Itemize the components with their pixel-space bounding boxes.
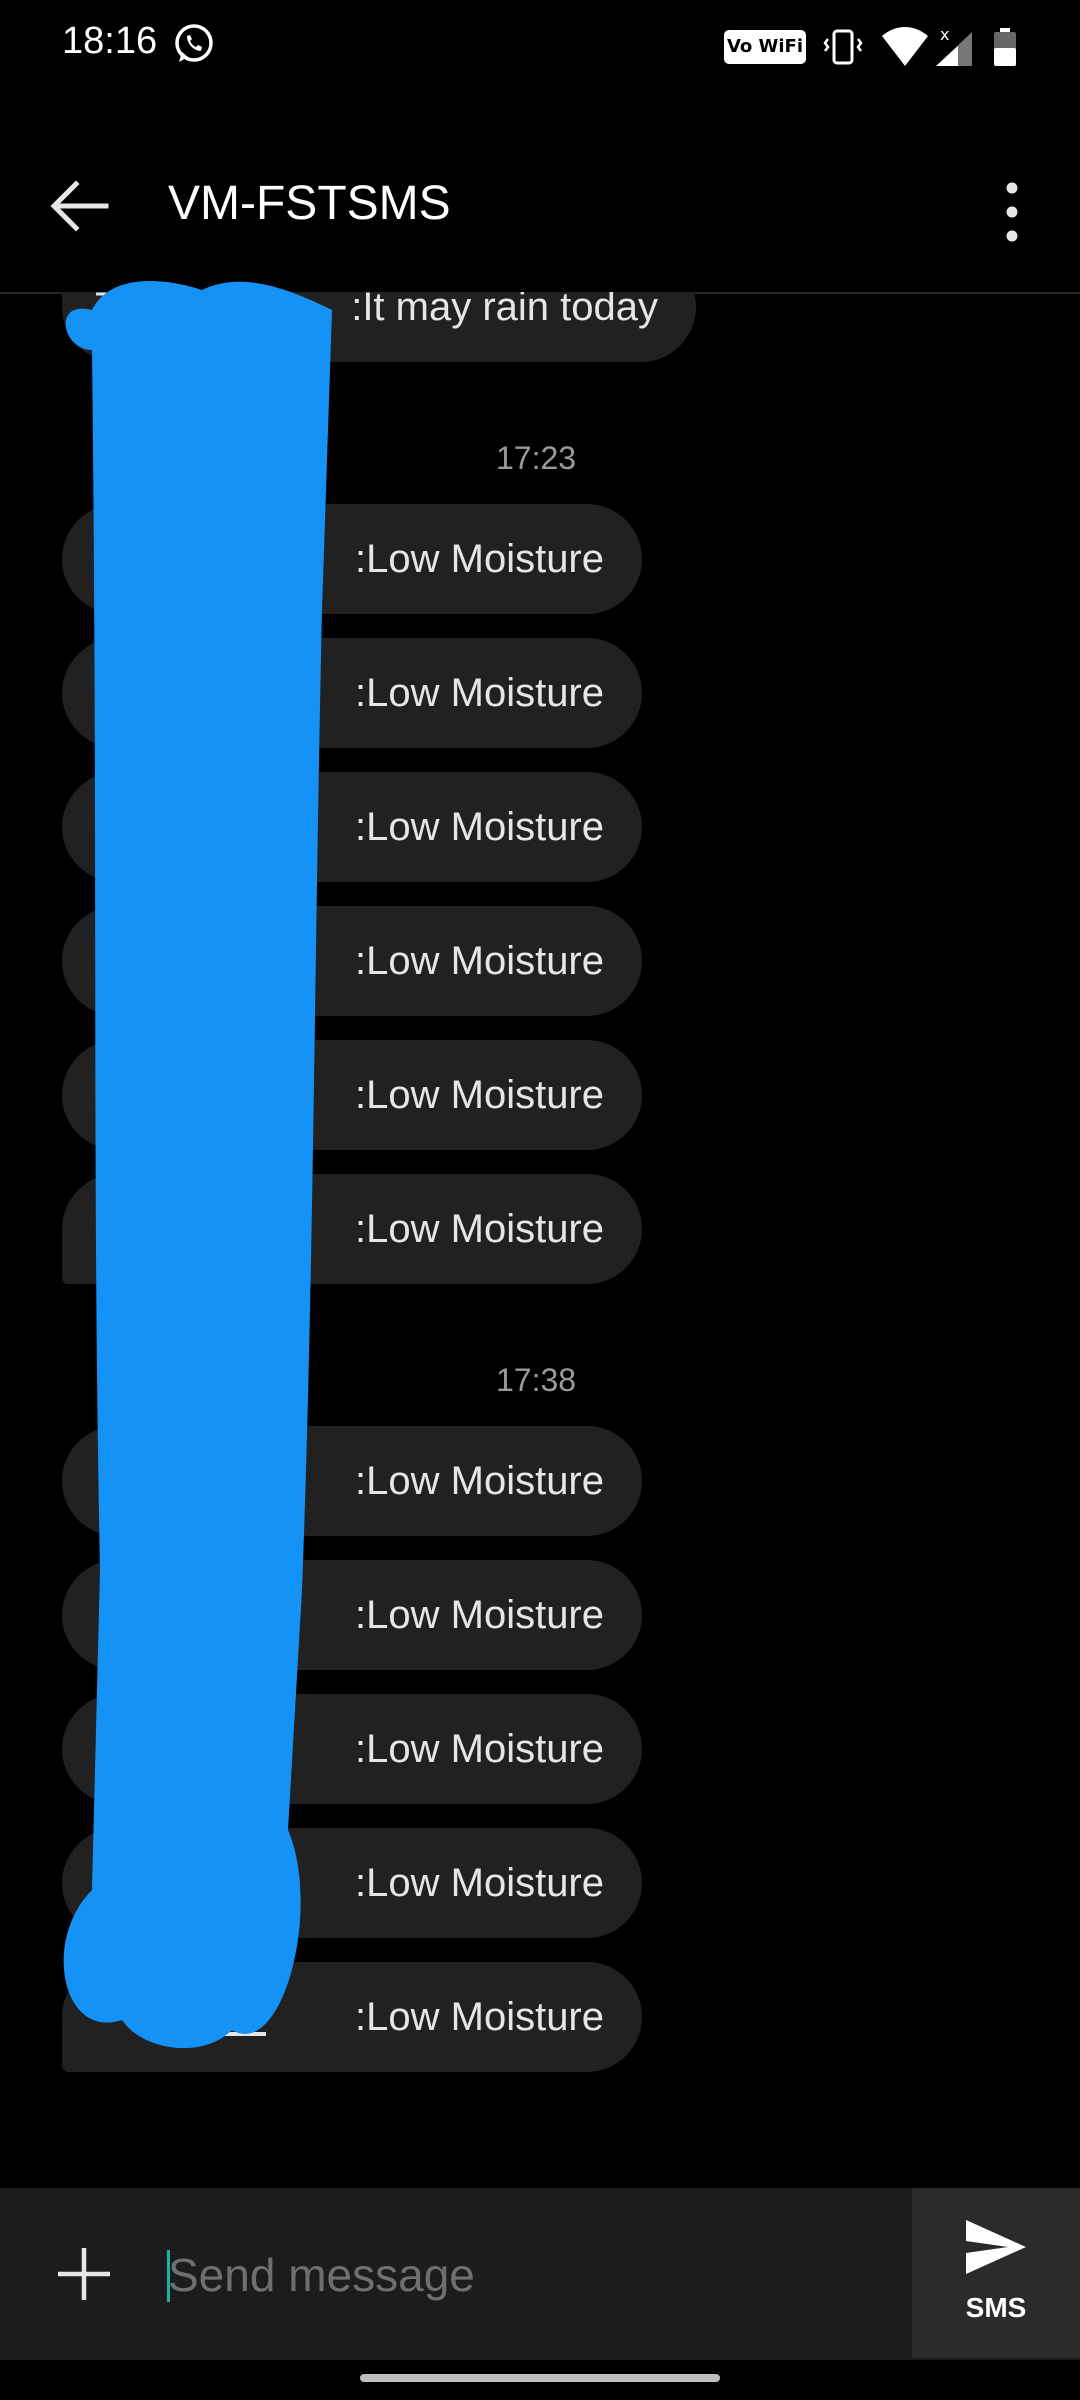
message-text: :Low Moisture <box>355 1459 604 1503</box>
whatsapp-icon <box>175 24 213 62</box>
wifi-icon <box>882 27 928 66</box>
app-bar: VM-FSTSMS <box>0 96 1080 294</box>
send-sms-button[interactable]: SMS <box>912 2188 1080 2358</box>
status-time: 18:16 <box>62 20 158 62</box>
vibrate-icon <box>823 29 863 65</box>
status-bar: 18:16 Vo WiFi x <box>0 0 1080 96</box>
conversation-title: VM-FSTSMS <box>168 177 451 230</box>
overflow-menu-icon[interactable] <box>990 172 1034 252</box>
composer-bar: SMS <box>0 2188 1080 2360</box>
back-arrow-icon[interactable] <box>40 166 120 246</box>
message-text: :Low Moisture <box>355 1593 604 1637</box>
add-attachment-icon[interactable] <box>52 2242 116 2306</box>
timestamp: 17:38 <box>496 1362 577 1398</box>
message-text: :Low Moisture <box>355 1727 604 1771</box>
message-input[interactable] <box>166 2228 890 2322</box>
redaction-scribble <box>63 281 333 2049</box>
message-text: :Low Moisture <box>355 1861 604 1905</box>
vowifi-icon: Vo WiFi <box>724 30 806 64</box>
svg-text:x: x <box>940 26 949 44</box>
text-cursor <box>167 2250 170 2302</box>
message-text: :Low Moisture <box>355 939 604 983</box>
message-text: :Low Moisture <box>355 537 604 581</box>
timestamp: 17:23 <box>496 440 577 476</box>
signal-icon: x <box>936 26 972 66</box>
message-text: :Low Moisture <box>355 671 604 715</box>
send-label: SMS <box>965 2292 1027 2323</box>
message-text: :Low Moisture <box>355 805 604 849</box>
send-icon <box>966 2220 1026 2274</box>
home-indicator[interactable] <box>360 2374 720 2382</box>
message-text: :Low Moisture <box>355 1073 604 1117</box>
message-text: :Low Moisture <box>355 1207 604 1251</box>
battery-icon <box>994 28 1016 66</box>
message-text: :It may rain today <box>351 292 658 329</box>
message-text: :Low Moisture <box>355 1995 604 2039</box>
